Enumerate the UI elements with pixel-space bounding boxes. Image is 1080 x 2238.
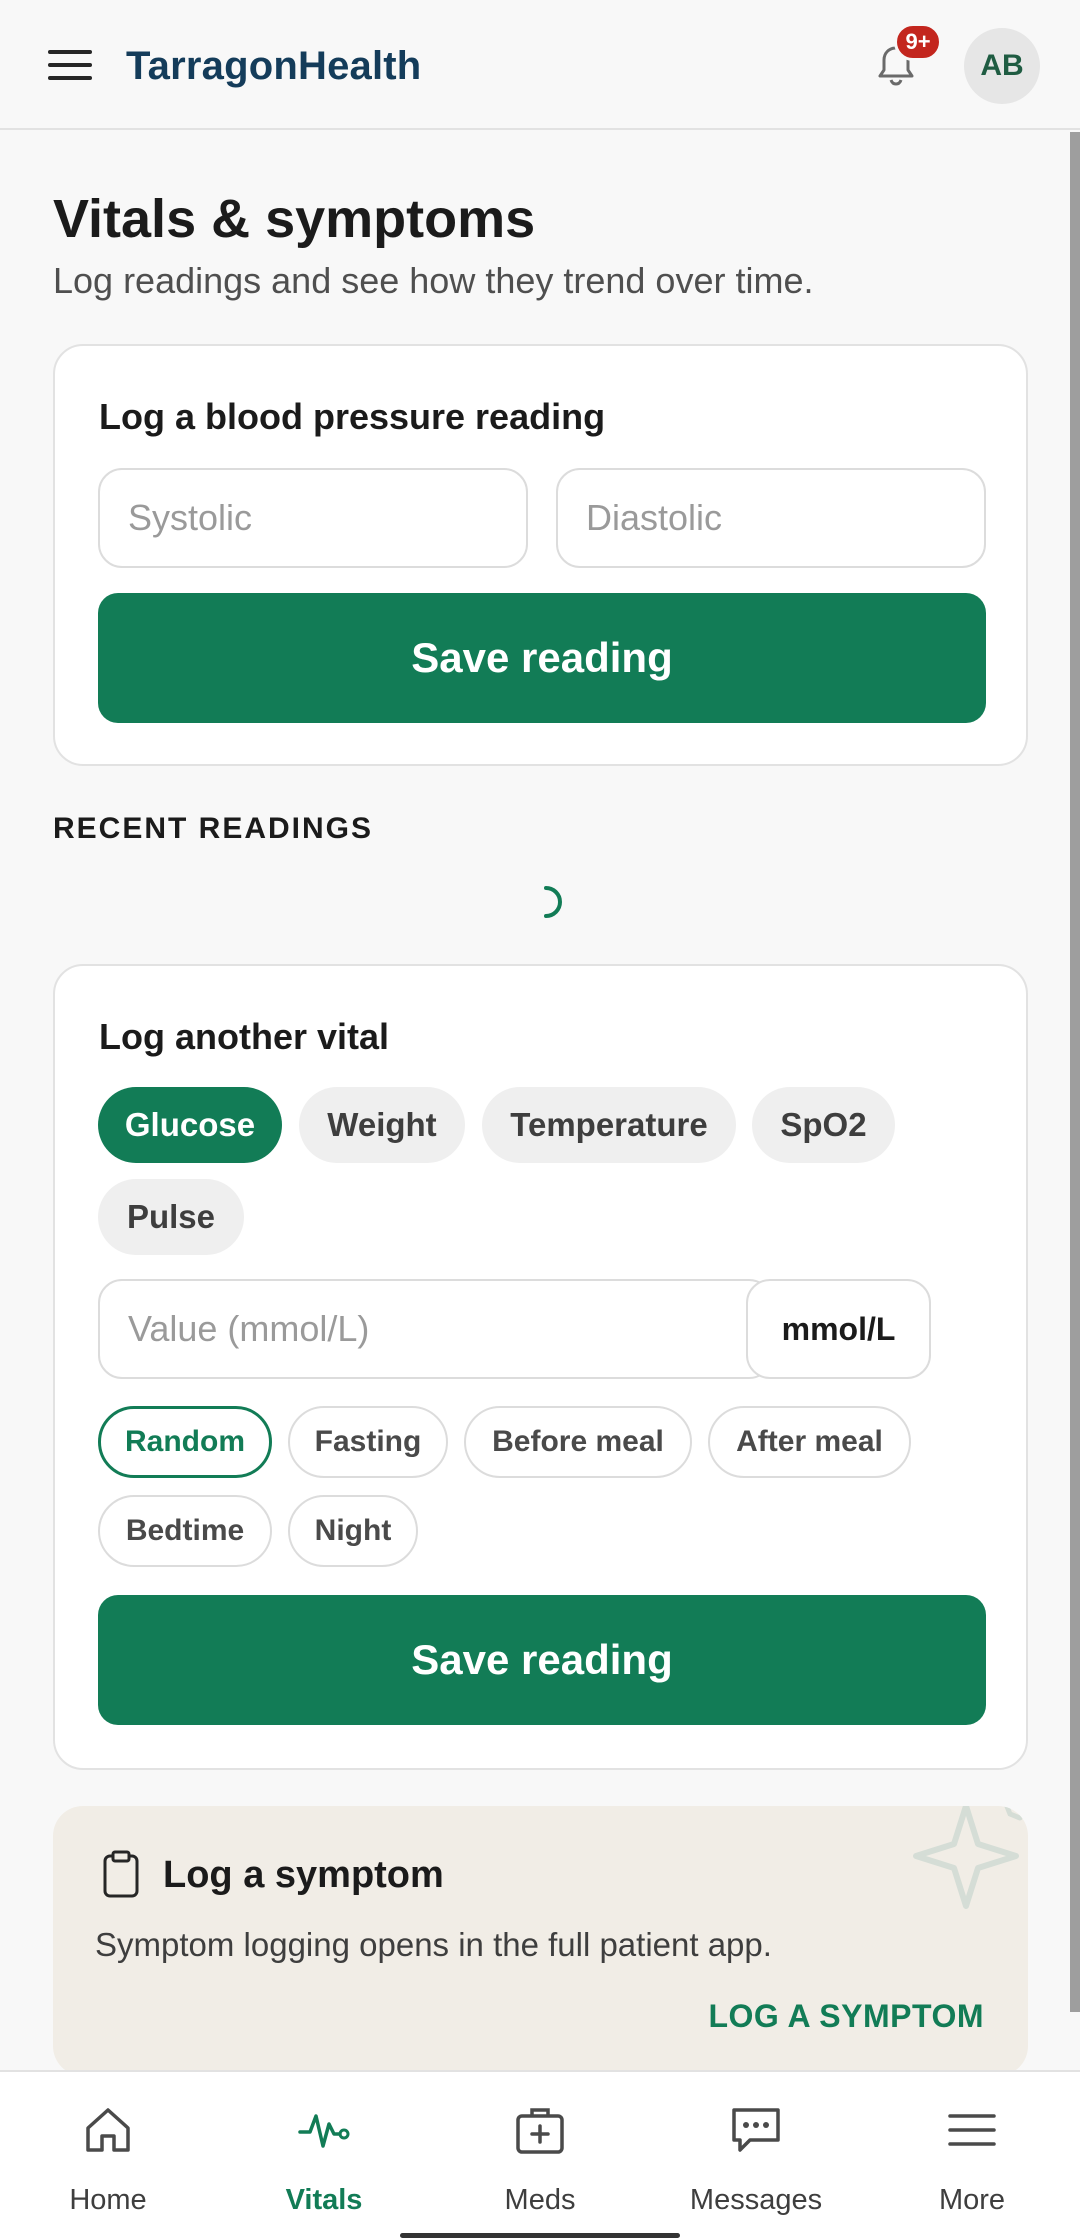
bottom-navigation: Home Vitals Meds Messages More <box>0 2070 1080 2238</box>
nav-home[interactable]: Home <box>0 2072 216 2238</box>
page-title: Vitals & symptoms <box>53 189 536 249</box>
blood-pressure-card: Log a blood pressure reading Systolic Di… <box>53 344 1028 766</box>
chip-glucose[interactable]: Glucose <box>98 1087 282 1163</box>
diastolic-input[interactable]: Diastolic <box>556 468 986 568</box>
symptom-card-text: Symptom logging opens in the full patien… <box>95 1926 772 1963</box>
chip-spo2[interactable]: SpO2 <box>752 1087 895 1163</box>
chip-weight[interactable]: Weight <box>299 1087 465 1163</box>
clipboard-icon <box>103 1850 139 1898</box>
nav-meds[interactable]: Meds <box>432 2072 648 2238</box>
sparkle-icon <box>913 1806 1023 1909</box>
context-fasting[interactable]: Fasting <box>288 1406 448 1478</box>
scrollbar[interactable] <box>1070 132 1080 2012</box>
recent-readings-heading: RECENT READINGS <box>53 812 374 845</box>
nav-more-label: More <box>938 2184 1006 2216</box>
nav-home-label: Home <box>69 2184 147 2216</box>
save-bp-button[interactable]: Save reading <box>98 593 986 723</box>
context-random[interactable]: Random <box>98 1406 272 1478</box>
menu-icon <box>948 2114 996 2146</box>
nav-messages[interactable]: Messages <box>648 2072 864 2238</box>
unit-selector[interactable]: mmol/L <box>746 1279 931 1379</box>
symptom-card-title: Log a symptom <box>163 1854 444 1896</box>
chip-temperature[interactable]: Temperature <box>482 1087 736 1163</box>
page-subtitle: Log readings and see how they trend over… <box>53 260 814 301</box>
symptom-card: Log a symptom Symptom logging opens in t… <box>53 1806 1028 2076</box>
nav-vitals[interactable]: Vitals <box>216 2072 432 2238</box>
loading-spinner-icon <box>544 886 562 918</box>
pulse-icon <box>298 2114 350 2148</box>
save-vital-button[interactable]: Save reading <box>98 1595 986 1725</box>
systolic-input[interactable]: Systolic <box>98 468 528 568</box>
nav-more[interactable]: More <box>864 2072 1080 2238</box>
notification-badge: 9+ <box>894 23 942 61</box>
nav-messages-label: Messages <box>689 2184 823 2216</box>
nav-meds-label: Meds <box>504 2184 576 2216</box>
context-after-meal[interactable]: After meal <box>708 1406 911 1478</box>
chip-pulse[interactable]: Pulse <box>98 1179 244 1255</box>
vital-card-title: Log another vital <box>99 1016 390 1057</box>
hamburger-menu-icon[interactable] <box>48 50 94 82</box>
top-app-bar: TarragonHealth 9+ AB <box>0 0 1080 130</box>
log-symptom-link[interactable]: LOG A SYMPTOM <box>708 1998 984 2035</box>
app-title: TarragonHealth <box>126 44 422 88</box>
home-icon <box>86 2108 130 2152</box>
chat-icon <box>732 2108 780 2152</box>
context-before-meal[interactable]: Before meal <box>464 1406 692 1478</box>
nav-vitals-label: Vitals <box>285 2184 363 2216</box>
bp-card-title: Log a blood pressure reading <box>99 396 606 437</box>
context-night[interactable]: Night <box>288 1495 418 1567</box>
home-indicator <box>400 2233 680 2238</box>
context-bedtime[interactable]: Bedtime <box>98 1495 272 1567</box>
avatar[interactable]: AB <box>964 28 1040 104</box>
vital-value-input[interactable]: Value (mmol/L) <box>98 1279 773 1379</box>
medkit-icon <box>516 2108 564 2154</box>
